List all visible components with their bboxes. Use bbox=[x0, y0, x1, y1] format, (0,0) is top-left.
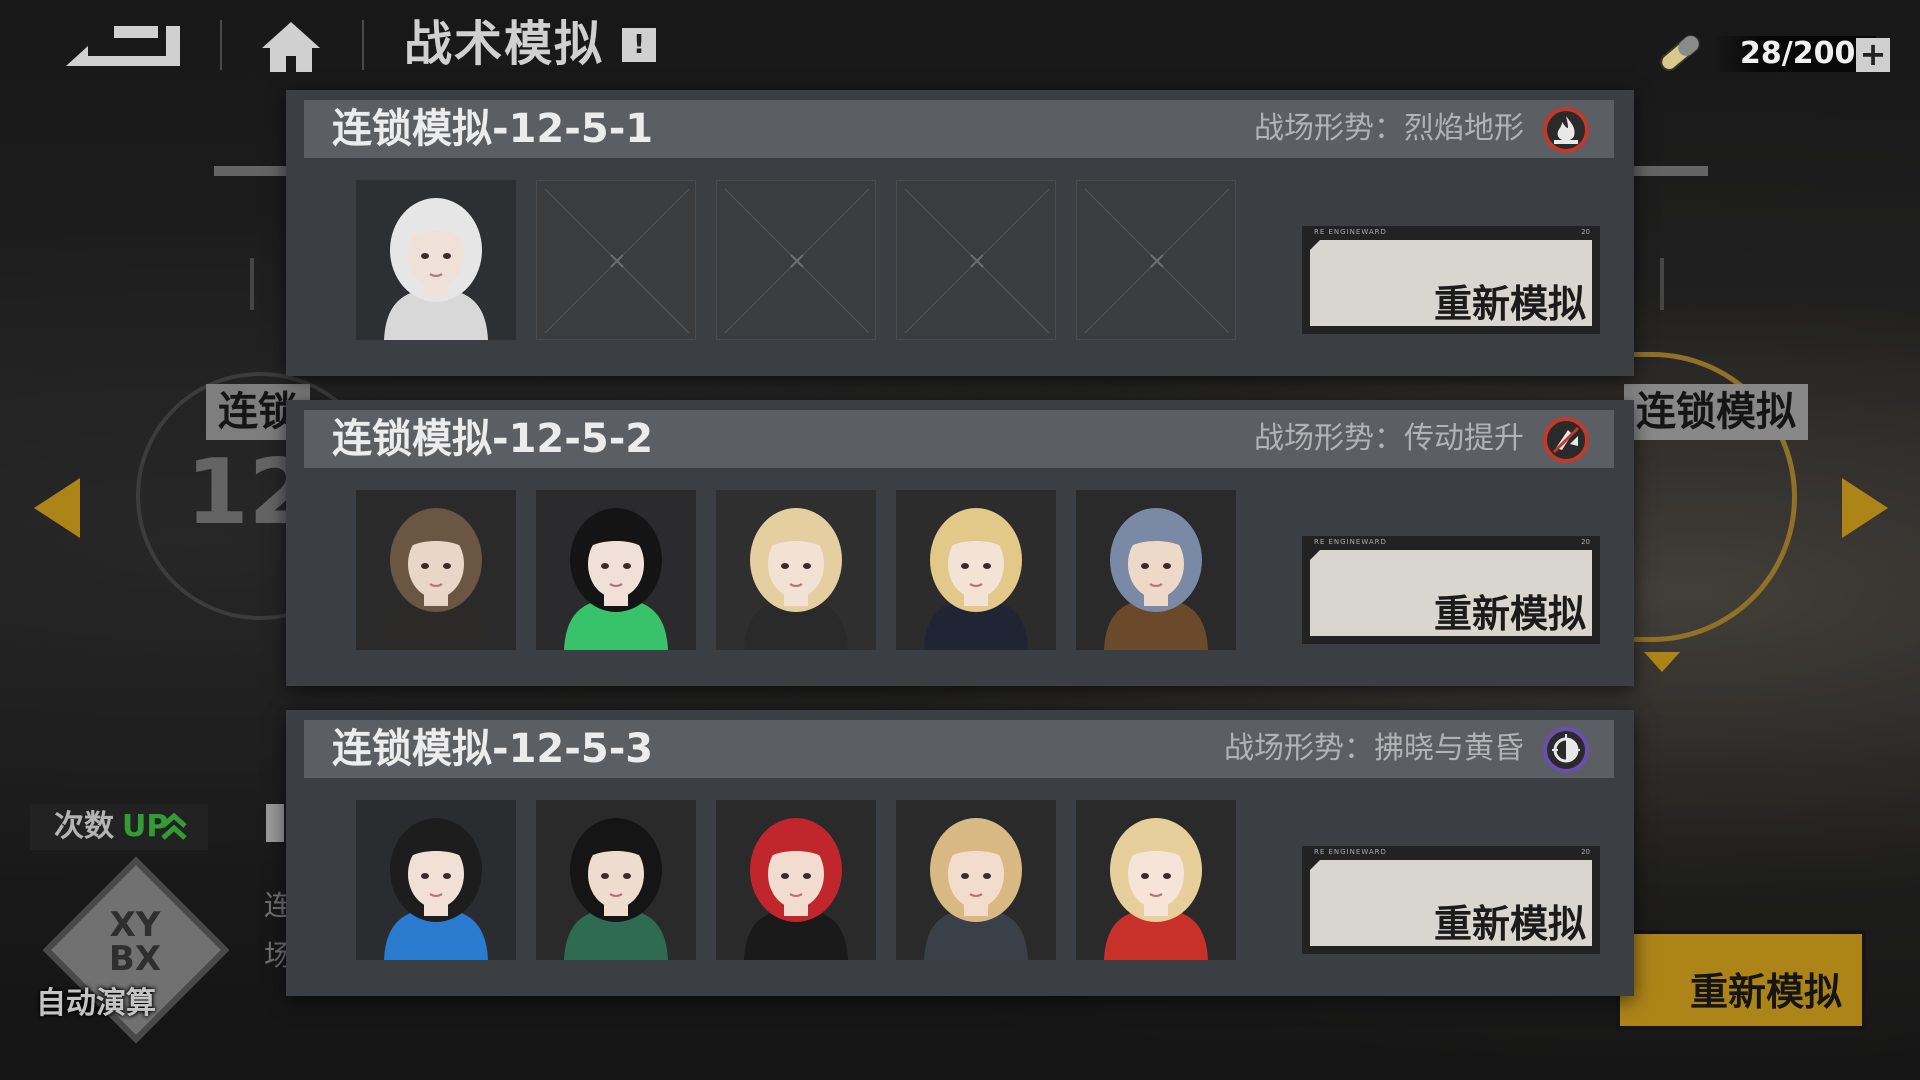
team-slot-blonde-wavy-girl[interactable] bbox=[716, 490, 876, 650]
replay-button-tag: RE ENGINEWARD bbox=[1314, 228, 1387, 236]
gear-up-icon[interactable] bbox=[1542, 416, 1590, 464]
record-panel: 连锁模拟-12-5-1 战场形势：烈焰地形 RE ENGINEWARD 20 重… bbox=[286, 90, 1634, 376]
battle-condition: 战场形势：拂晓与黄昏 bbox=[1224, 731, 1524, 766]
record-panel: 连锁模拟-12-5-3 战场形势：拂晓与黄昏 RE ENGINEWARD 20 … bbox=[286, 710, 1634, 996]
battle-condition: 战场形势：传动提升 bbox=[1254, 421, 1524, 456]
stamina-count: 28/200 bbox=[1740, 36, 1856, 71]
record-header: 连锁模拟-12-5-2 战场形势：传动提升 bbox=[304, 410, 1614, 468]
replay-button-num: 20 bbox=[1581, 848, 1590, 856]
team-slot-black-hair-catgirl[interactable] bbox=[536, 490, 696, 650]
record-panel: 连锁模拟-12-5-2 战场形势：传动提升 RE ENGINEWARD 20 重… bbox=[286, 400, 1634, 686]
replay-button-num: 20 bbox=[1581, 538, 1590, 546]
team-slot-white-hair-girl[interactable] bbox=[356, 180, 516, 340]
replay-simulation-button[interactable]: RE ENGINEWARD 20 重新模拟 bbox=[1302, 226, 1600, 334]
team-slot-empty bbox=[896, 180, 1056, 340]
home-icon[interactable] bbox=[258, 16, 324, 76]
replay-button-strip: RE ENGINEWARD 20 bbox=[1306, 848, 1596, 858]
record-header: 连锁模拟-12-5-3 战场形势：拂晓与黄昏 bbox=[304, 720, 1614, 778]
team-slot-black-bob-girl[interactable] bbox=[536, 800, 696, 960]
team-slot-red-hair-gunner[interactable] bbox=[716, 800, 876, 960]
team-slot-empty bbox=[1076, 180, 1236, 340]
record-title: 连锁模拟-12-5-3 bbox=[332, 726, 654, 772]
team-slot-blue-streak-girl[interactable] bbox=[356, 800, 516, 960]
info-button[interactable]: ! bbox=[622, 28, 656, 62]
topbar-divider bbox=[362, 20, 364, 70]
replay-button-tag: RE ENGINEWARD bbox=[1314, 848, 1387, 856]
stamina-capsule-icon bbox=[1660, 35, 1700, 71]
team-slot-empty bbox=[536, 180, 696, 340]
replay-simulation-button[interactable]: RE ENGINEWARD 20 重新模拟 bbox=[1302, 846, 1600, 954]
team-slot-brown-hair-lady[interactable] bbox=[356, 490, 516, 650]
replay-button-strip: RE ENGINEWARD 20 bbox=[1306, 538, 1596, 548]
dawn-dusk-icon[interactable] bbox=[1542, 726, 1590, 774]
replay-button-num: 20 bbox=[1581, 228, 1590, 236]
back-icon[interactable] bbox=[58, 16, 188, 76]
page-title: 战术模拟 bbox=[404, 16, 605, 72]
team-slot-empty bbox=[716, 180, 876, 340]
team-slot-blonde-fox-girl[interactable] bbox=[1076, 800, 1236, 960]
replay-button-tag: RE ENGINEWARD bbox=[1314, 538, 1387, 546]
battle-condition: 战场形势：烈焰地形 bbox=[1254, 111, 1524, 146]
record-header: 连锁模拟-12-5-1 战场形势：烈焰地形 bbox=[304, 100, 1614, 158]
team-slot-blonde-goggles-girl[interactable] bbox=[896, 800, 1056, 960]
top-bar: 战术模拟 ! 28/200 + bbox=[0, 0, 1920, 90]
add-stamina-button[interactable]: + bbox=[1856, 38, 1890, 72]
replay-button-label: 重新模拟 bbox=[1433, 902, 1586, 946]
replay-button-label: 重新模拟 bbox=[1433, 592, 1586, 636]
team-slot-cowboy-hat-girl[interactable] bbox=[1076, 490, 1236, 650]
record-title: 连锁模拟-12-5-2 bbox=[332, 416, 654, 462]
replay-button-strip: RE ENGINEWARD 20 bbox=[1306, 228, 1596, 238]
replay-simulation-button[interactable]: RE ENGINEWARD 20 重新模拟 bbox=[1302, 536, 1600, 644]
topbar-divider bbox=[220, 20, 222, 70]
replay-button-label: 重新模拟 bbox=[1433, 282, 1586, 326]
team-slot-officer-cap-girl[interactable] bbox=[896, 490, 1056, 650]
record-title: 连锁模拟-12-5-1 bbox=[332, 106, 654, 152]
flame-icon[interactable] bbox=[1542, 106, 1590, 154]
